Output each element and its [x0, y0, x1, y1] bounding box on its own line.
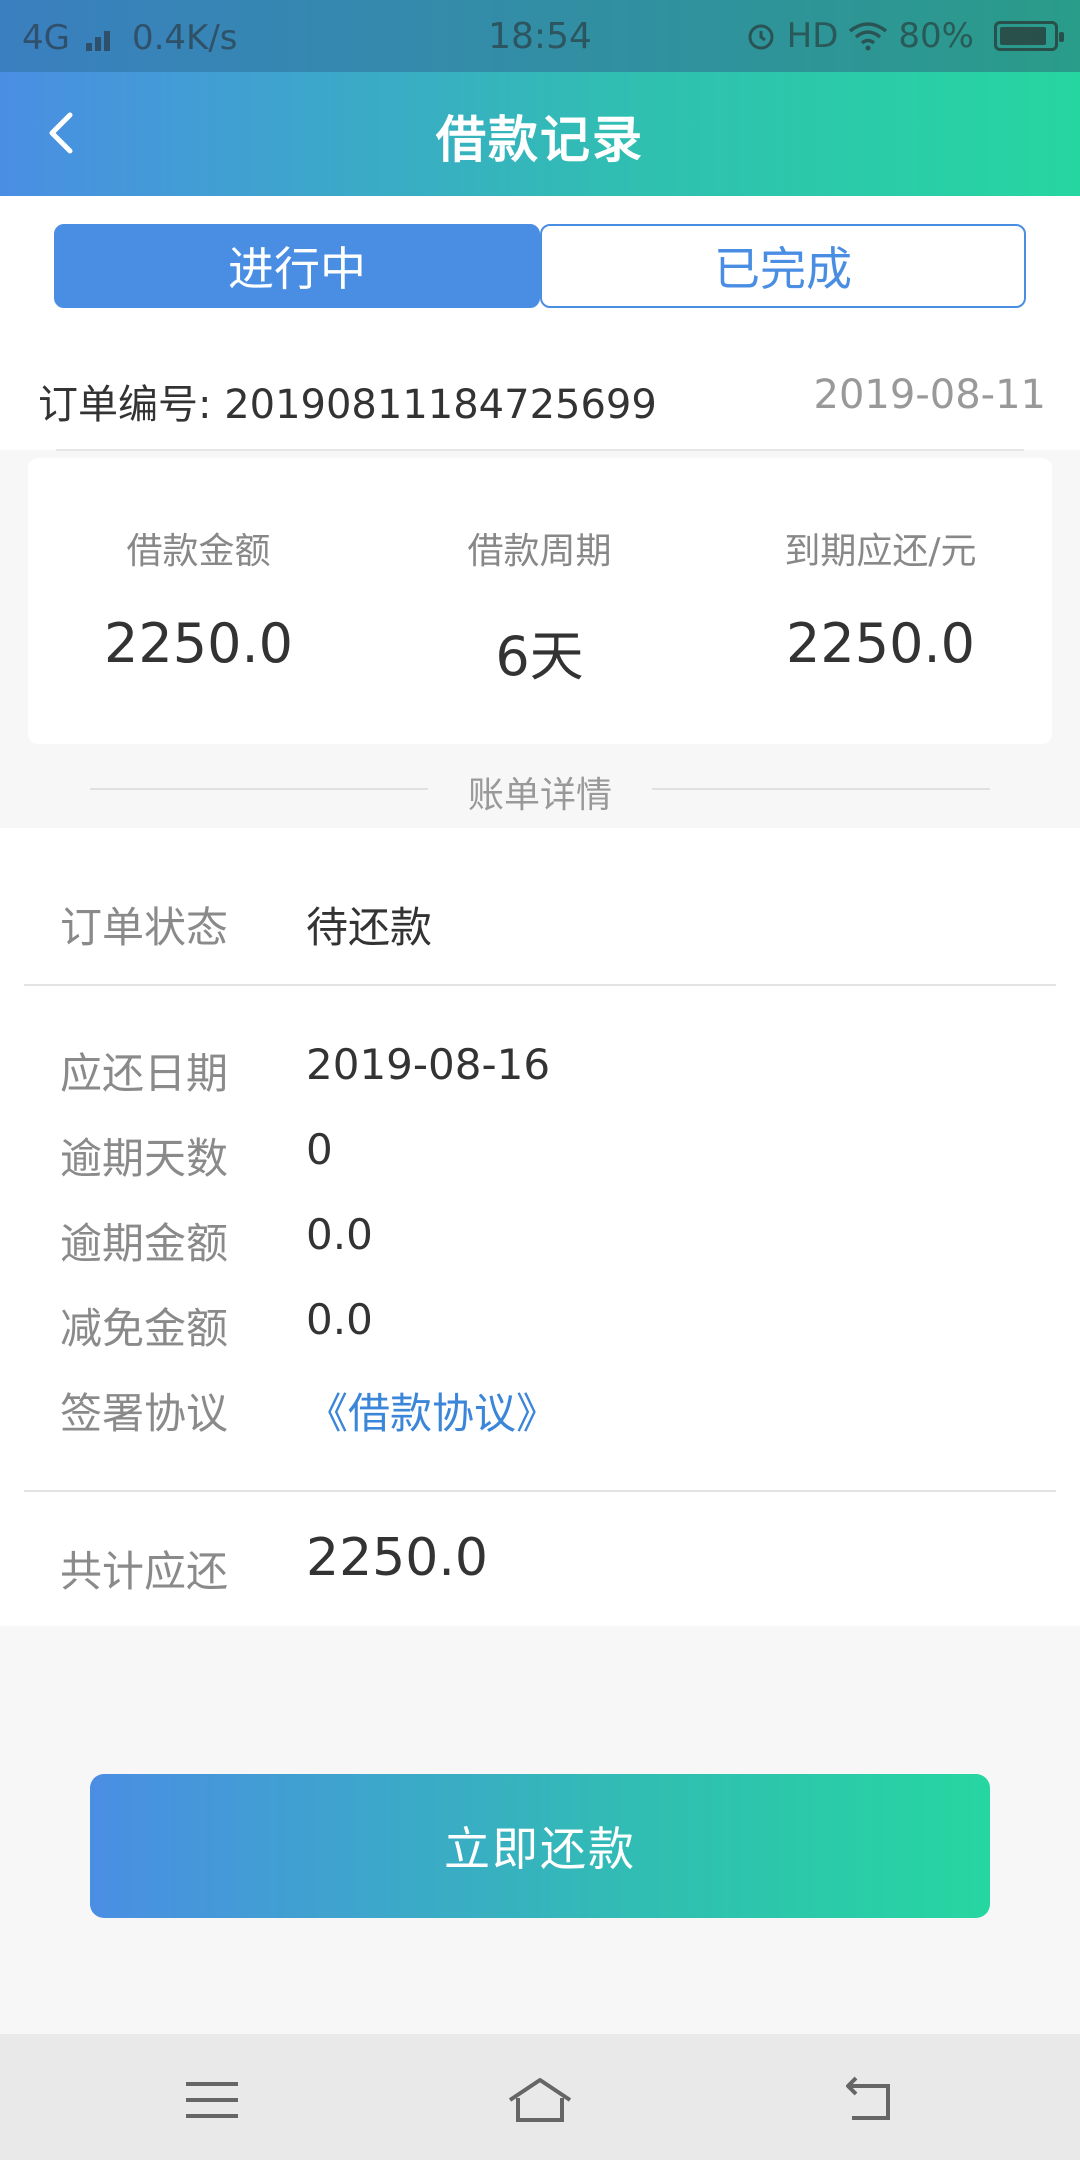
- back-arrow-icon: [846, 2076, 890, 2120]
- bill-details: 订单状态 待还款 应还日期 2019-08-16 逾期天数 0 逾期金额 0.0…: [0, 828, 1080, 1626]
- tab-in-progress[interactable]: 进行中: [54, 224, 540, 308]
- summary-amount: 借款金额 2250.0: [28, 458, 369, 675]
- bill-details-title: 账单详情: [467, 775, 612, 816]
- home-icon: [508, 2078, 572, 2122]
- overdue-amount-label: 逾期金额: [60, 1219, 229, 1268]
- divider: [24, 1490, 1056, 1492]
- summary-due-value: 2250.0: [786, 612, 975, 675]
- order-status-label: 订单状态: [60, 903, 229, 952]
- system-nav-bar: [0, 2034, 1080, 2160]
- battery-percent: 80%: [898, 16, 974, 56]
- menu-icon: [186, 2082, 238, 2118]
- order-date: 2019-08-11: [813, 372, 1046, 418]
- overdue-amount-value: 0.0: [306, 1210, 373, 1259]
- alarm-icon: [748, 24, 774, 50]
- summary-amount-label: 借款金额: [126, 531, 271, 572]
- header-line-right: [652, 788, 990, 790]
- due-date-label: 应还日期: [60, 1049, 229, 1098]
- agreement-label: 签署协议: [60, 1389, 229, 1438]
- order-number: 订单编号: 20190811184725699: [38, 382, 657, 428]
- hd-indicator: HD: [786, 16, 839, 56]
- tab-completed[interactable]: 已完成: [540, 224, 1026, 308]
- loan-agreement-link[interactable]: 《借款协议》: [306, 1380, 558, 1441]
- overdue-days-value: 0: [306, 1125, 333, 1174]
- waived-amount-label: 减免金额: [60, 1304, 229, 1353]
- bill-details-header: 账单详情: [0, 744, 1080, 828]
- battery-icon: [994, 21, 1064, 51]
- summary-due: 到期应还/元 2250.0: [710, 458, 1051, 675]
- tab-bar: 进行中 已完成: [0, 196, 1080, 338]
- nav-bar: 借款记录: [0, 72, 1080, 196]
- due-date-value: 2019-08-16: [306, 1040, 551, 1089]
- home-button[interactable]: [504, 2070, 576, 2130]
- menu-button[interactable]: [182, 2070, 242, 2130]
- summary-due-label: 到期应还/元: [784, 531, 977, 572]
- status-right: HD 80%: [745, 16, 1064, 56]
- overdue-days-label: 逾期天数: [60, 1134, 229, 1183]
- back-system-button[interactable]: [838, 2070, 898, 2130]
- total-value: 2250.0: [306, 1528, 488, 1588]
- repay-now-button[interactable]: 立即还款: [90, 1774, 990, 1918]
- order-status-value: 待还款: [306, 903, 433, 952]
- summary-amount-value: 2250.0: [104, 612, 293, 675]
- loan-summary-card: 借款金额 2250.0 借款周期 6天 到期应还/元 2250.0: [28, 458, 1052, 744]
- status-bar: 4G 0.4K/s 18:54 HD 80%: [0, 0, 1080, 72]
- divider: [56, 449, 1024, 451]
- total-label: 共计应还: [60, 1547, 229, 1596]
- summary-period-label: 借款周期: [467, 531, 612, 572]
- summary-period-value: 6天: [495, 625, 584, 688]
- divider: [24, 984, 1056, 986]
- waived-amount-value: 0.0: [306, 1295, 373, 1344]
- wifi-icon: [849, 22, 888, 51]
- page-title: 借款记录: [436, 111, 644, 169]
- summary-period: 借款周期 6天: [369, 458, 710, 691]
- order-info-row: 订单编号: 20190811184725699 2019-08-11: [0, 338, 1080, 450]
